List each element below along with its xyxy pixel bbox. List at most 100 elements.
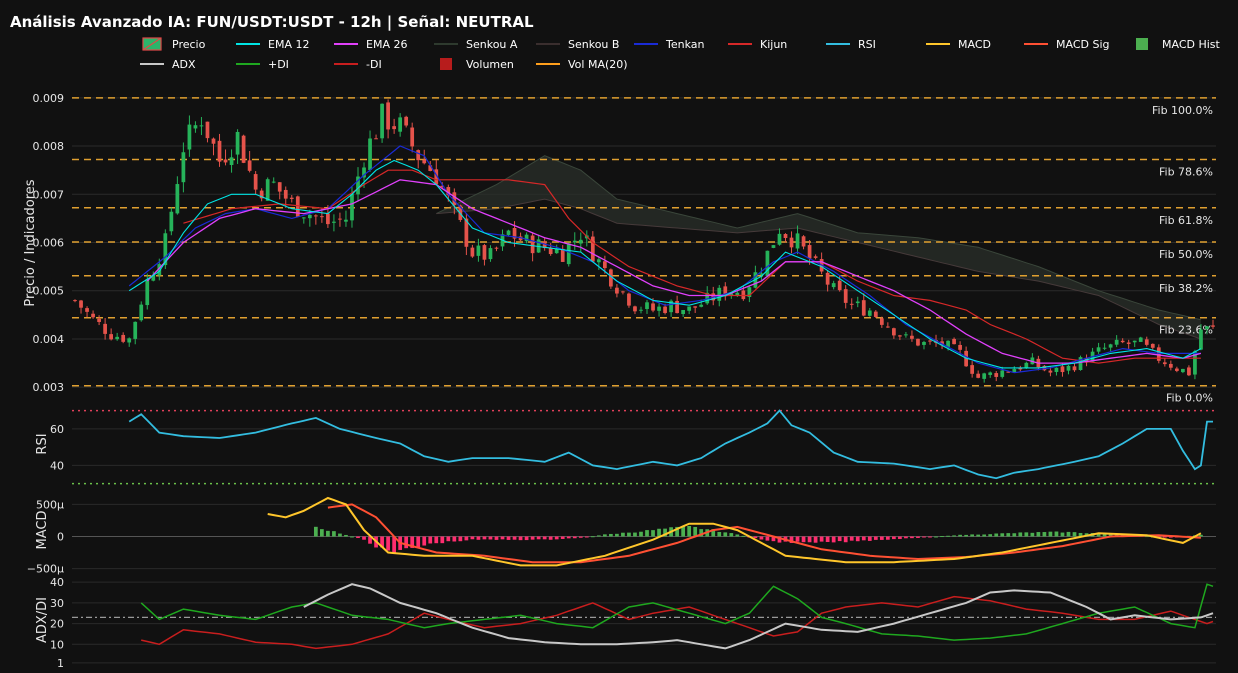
candle-body: [639, 309, 643, 311]
candle-body: [1102, 347, 1107, 349]
macd-hist-bar: [867, 536, 872, 541]
candle-body: [801, 236, 806, 247]
y-tick-label: 0.004: [33, 333, 65, 346]
macd-hist-bar: [1018, 532, 1023, 537]
legend-item--di: -DI: [334, 58, 382, 71]
macd-hist-bar: [831, 536, 836, 543]
candle-body: [699, 304, 704, 307]
legend-label: ADX: [172, 58, 196, 71]
macd-hist-bar: [488, 536, 493, 540]
candle-body: [910, 335, 914, 339]
candle-body: [879, 318, 884, 325]
legend-label: Precio: [172, 38, 206, 51]
macd-hist-bar: [428, 536, 433, 544]
candle-body: [344, 219, 348, 222]
legend-label: EMA 26: [366, 38, 407, 51]
macd-panel: [72, 496, 1216, 567]
candle-body: [916, 338, 920, 346]
macd-hist-bar: [464, 536, 469, 541]
macd-hist-bar: [362, 536, 366, 540]
macd-hist-bar: [542, 536, 547, 540]
candle-body: [807, 245, 812, 259]
candle-body: [976, 373, 981, 378]
macd-hist-bar: [476, 536, 481, 540]
legend-item-senkou-a: Senkou A: [434, 38, 518, 51]
legend-label: Volumen: [466, 58, 514, 71]
candle-body: [392, 126, 396, 130]
macd-hist-bar: [1012, 533, 1017, 537]
legend-label: Vol MA(20): [568, 58, 628, 71]
macd-hist-bar: [416, 536, 421, 548]
macd-hist-bar: [1066, 531, 1071, 537]
candle-body: [97, 318, 101, 322]
y-tick-label: 60: [50, 423, 64, 436]
candle-body: [103, 323, 107, 334]
legend-swatch: [1136, 38, 1148, 50]
macd-hist-bar: [446, 536, 451, 542]
macd-hist-bar: [735, 534, 740, 537]
candle-body: [482, 245, 487, 260]
price-panel: Fib 100.0% Fib 78.6% Fib 61.8% Fib 50.0% Fib…: [72, 97, 1216, 405]
candle-body: [247, 160, 252, 171]
legend-item--di: +DI: [236, 58, 289, 71]
macd-hist-bar: [326, 530, 330, 537]
candle-body: [506, 230, 511, 235]
candle-body: [789, 237, 794, 248]
candle-body: [235, 131, 240, 155]
candle-body: [958, 344, 962, 350]
macd-hist-bar: [1000, 533, 1005, 537]
macd-hist-bar: [584, 536, 589, 538]
fib-label: Fib 100.0%: [1152, 104, 1213, 117]
candle-body: [1132, 340, 1137, 343]
macd-hist-bar: [578, 536, 583, 538]
candle-body: [783, 233, 788, 239]
candle-body: [1205, 326, 1209, 329]
macd-hist-bar: [892, 536, 896, 540]
candle-body: [488, 248, 493, 260]
ema12-line: [128, 159, 1202, 369]
macd-hist-bar: [970, 534, 975, 537]
legend-label: Tenkan: [665, 38, 705, 51]
macd-hist-bar: [879, 536, 884, 540]
macd-hist-bar: [988, 534, 993, 537]
macd-hist-bar: [458, 536, 463, 542]
macd-hist-bar: [837, 536, 842, 542]
candle-body: [741, 290, 746, 300]
y-axis-label: MACD: [35, 511, 50, 550]
macd-hist-bar: [849, 536, 854, 541]
macd-hist-bar: [922, 536, 926, 538]
macd-hist-bar: [506, 536, 511, 540]
macd-hist-bar: [1054, 531, 1059, 537]
candle-body: [861, 300, 866, 316]
macd-hist-bar: [639, 531, 643, 537]
y-tick-label: 30: [50, 597, 64, 610]
candle-body: [663, 306, 667, 313]
legend[interactable]: Precio EMA 12 EMA 26 Senkou A Senkou B Tenkan…: [140, 37, 1221, 71]
y-tick-label: 20: [50, 618, 64, 631]
macd-hist-bar: [602, 534, 607, 537]
macd-hist-bar: [500, 536, 505, 540]
macd-hist-bar: [609, 533, 613, 537]
candle-body: [566, 243, 571, 265]
candle-body: [572, 240, 577, 243]
chart-title: Análisis Avanzado IA: FUN/USDT:USDT - 12…: [10, 13, 534, 32]
candle-body: [892, 328, 896, 336]
candle-body: [320, 216, 324, 218]
macd-hist-bar: [386, 536, 390, 551]
candle-body: [217, 140, 222, 162]
fib-label: Fib 78.6%: [1159, 166, 1213, 179]
legend-item-volumen: Volumen: [440, 58, 514, 71]
y-tick-label: 40: [50, 459, 64, 472]
candle-body: [229, 157, 234, 165]
macd-hist-bar: [452, 536, 457, 542]
candle-body: [988, 372, 993, 375]
legend-item-rsi: RSI: [826, 38, 876, 51]
candle-body: [1187, 367, 1191, 376]
macd-hist-bar: [801, 536, 806, 543]
candle-body: [211, 138, 216, 144]
candle-body: [885, 326, 890, 328]
macd-hist-bar: [404, 536, 409, 549]
candle-body: [777, 233, 782, 245]
legend-label: MACD Hist: [1162, 38, 1221, 51]
macd-hist-bar: [904, 536, 908, 539]
